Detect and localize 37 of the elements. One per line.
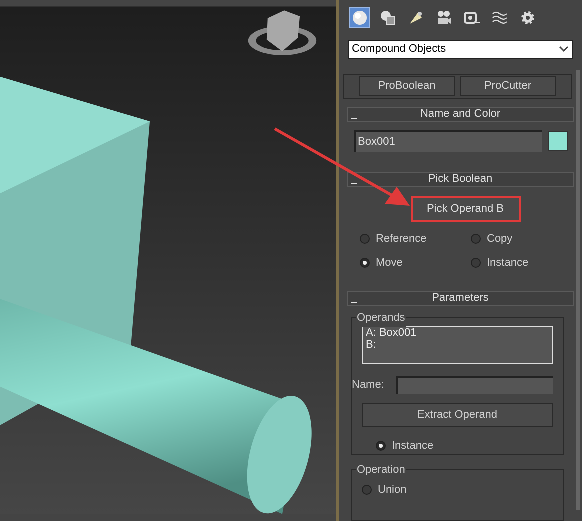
radio-option[interactable]: Copy: [471, 231, 582, 248]
radio-button[interactable]: [360, 234, 370, 244]
radio-option[interactable]: Move: [360, 255, 471, 272]
camera-icon: [436, 10, 452, 26]
category-dropdown[interactable]: Compound Objects: [348, 40, 573, 58]
tape-measure-icon: [464, 10, 480, 26]
radio-button[interactable]: [362, 485, 372, 496]
name-field[interactable]: Box001: [354, 130, 542, 152]
rollout-header[interactable]: Name and Color: [347, 107, 574, 122]
radio-option[interactable]: Reference: [360, 231, 471, 248]
gear-icon: [520, 10, 536, 26]
chevron-down-icon: [559, 46, 569, 52]
radio-button[interactable]: [471, 258, 481, 268]
extract-operand-button[interactable]: Extract Operand: [362, 403, 553, 428]
sphere-icon: [352, 10, 368, 26]
command-tab[interactable]: [349, 7, 370, 28]
operand-item[interactable]: A: Box001: [366, 327, 549, 340]
spotlight-icon: [408, 10, 424, 26]
name-label: Name:: [352, 378, 384, 394]
group-label: Operands: [356, 310, 406, 327]
object-type-button[interactable]: ProCutter: [460, 76, 556, 96]
operand-name-field[interactable]: [396, 376, 553, 394]
pick-operand-button[interactable]: Pick Operand B: [410, 196, 520, 222]
waves-icon: [492, 10, 508, 26]
radio-button[interactable]: [471, 234, 481, 244]
object-type-button[interactable]: ProBoolean: [359, 76, 455, 96]
operand-item[interactable]: B:: [366, 339, 549, 352]
radio-button[interactable]: [360, 258, 370, 268]
rollout-header[interactable]: Parameters: [347, 291, 574, 306]
radio-option[interactable]: Instance: [471, 255, 582, 272]
rollout-header[interactable]: Pick Boolean: [347, 172, 574, 188]
color-swatch[interactable]: [548, 131, 568, 152]
operands-list[interactable]: A: Box001 B:: [362, 326, 553, 364]
scrollbar[interactable]: [576, 70, 580, 510]
shapes-icon: [380, 10, 396, 26]
radio-option[interactable]: Instance: [376, 438, 434, 454]
radio-button[interactable]: [376, 441, 386, 452]
